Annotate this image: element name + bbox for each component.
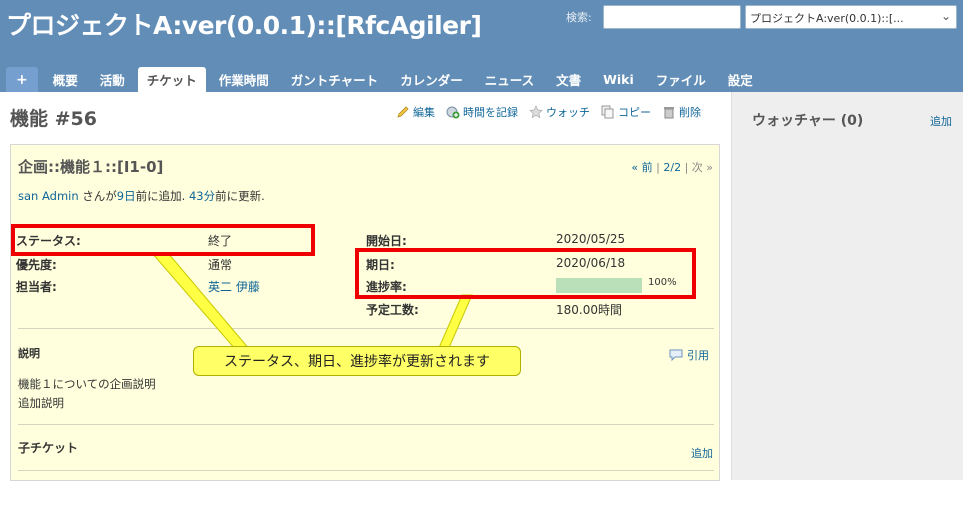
sidebar: ウォッチャー (0) 追加 bbox=[731, 92, 963, 480]
copy-label: コピー bbox=[618, 106, 651, 119]
watchers-title: ウォッチャー (0) bbox=[752, 113, 864, 129]
project-select-value: プロジェクトA:ver(0.0.1)::[... bbox=[750, 12, 904, 25]
delete-label: 削除 bbox=[679, 106, 701, 119]
star-icon bbox=[529, 105, 543, 119]
start-date-value: 2020/05/25 bbox=[556, 232, 626, 246]
estimate-value: 180.00時間 bbox=[556, 303, 622, 317]
prev-issue-link[interactable]: « 前 bbox=[631, 161, 652, 174]
watch-button[interactable]: ウォッチ bbox=[529, 104, 590, 120]
assignee-label: 担当者: bbox=[16, 280, 57, 294]
date-progress-highlight-box bbox=[355, 248, 696, 299]
status-highlight-box bbox=[11, 224, 315, 256]
copy-icon bbox=[601, 105, 614, 119]
edit-button[interactable]: 編集 bbox=[396, 104, 435, 120]
tab-news[interactable]: ニュース bbox=[476, 67, 543, 92]
description-line: 機能１についての企画説明 bbox=[18, 377, 156, 391]
tab-calendar[interactable]: カレンダー bbox=[391, 67, 472, 92]
next-issue-link: 次 » bbox=[691, 161, 713, 174]
priority-value: 通常 bbox=[208, 258, 233, 272]
watch-label: ウォッチ bbox=[546, 106, 590, 119]
clock-add-icon bbox=[446, 106, 460, 119]
author-link[interactable]: san Admin bbox=[18, 189, 79, 203]
search-input[interactable] bbox=[603, 5, 741, 29]
page-title: 機能 #56 bbox=[10, 108, 97, 130]
edit-label: 編集 bbox=[413, 106, 435, 119]
tab-settings[interactable]: 設定 bbox=[719, 67, 762, 92]
tab-overview[interactable]: 概要 bbox=[44, 67, 87, 92]
project-title[interactable]: プロジェクトA:ver(0.0.1)::[RfcAgiler] bbox=[6, 6, 482, 42]
updated-ago-link[interactable]: 43分 bbox=[189, 189, 215, 203]
log-time-label: 時間を記録 bbox=[463, 106, 518, 119]
created-suffix: 前に追加. bbox=[135, 189, 186, 203]
tab-files[interactable]: ファイル bbox=[647, 67, 715, 92]
tab-documents[interactable]: 文書 bbox=[547, 67, 590, 92]
header-bar: プロジェクトA:ver(0.0.1)::[RfcAgiler] 検索: プロジェ… bbox=[0, 0, 963, 92]
updated-suffix: 前に更新. bbox=[215, 189, 265, 203]
description-body: 機能１についての企画説明 追加説明 bbox=[18, 375, 156, 413]
author-mid-text: さんが bbox=[78, 189, 117, 203]
add-subtask-link[interactable]: 追加 bbox=[691, 445, 713, 461]
search-label: 検索: bbox=[566, 11, 592, 24]
project-jump-select[interactable]: プロジェクトA:ver(0.0.1)::[... ⌄ bbox=[745, 5, 957, 29]
new-object-button[interactable]: + bbox=[6, 67, 38, 92]
priority-label: 優先度: bbox=[16, 258, 57, 272]
quote-button[interactable]: 引用 bbox=[669, 347, 709, 363]
log-time-button[interactable]: 時間を記録 bbox=[446, 104, 518, 120]
chevron-down-icon: ⌄ bbox=[940, 9, 951, 23]
trash-icon bbox=[664, 107, 674, 119]
author-line: san Admin さんが9日前に追加. 43分前に更新. bbox=[18, 188, 265, 204]
comment-icon bbox=[669, 349, 683, 362]
tab-wiki[interactable]: Wiki bbox=[594, 67, 643, 92]
description-title: 説明 bbox=[18, 347, 40, 360]
issue-details: 企画::機能１::[I1-0] « 前 | 2/2 | 次 » san Admi… bbox=[10, 144, 720, 481]
subtasks-title: 子チケット bbox=[18, 441, 79, 455]
divider bbox=[18, 424, 714, 425]
issue-position[interactable]: 2/2 bbox=[663, 161, 681, 174]
estimate-label: 予定工数: bbox=[366, 303, 419, 317]
add-watcher-link[interactable]: 追加 bbox=[930, 113, 952, 129]
tab-time-entries[interactable]: 作業時間 bbox=[210, 67, 278, 92]
start-date-label: 開始日: bbox=[366, 234, 407, 248]
issue-navigation: « 前 | 2/2 | 次 » bbox=[631, 159, 713, 175]
tab-gantt[interactable]: ガントチャート bbox=[282, 67, 387, 92]
divider bbox=[18, 328, 714, 329]
created-ago-link[interactable]: 9日 bbox=[117, 189, 136, 203]
delete-button[interactable]: 削除 bbox=[662, 104, 701, 120]
nav-separator: | bbox=[684, 161, 692, 174]
copy-button[interactable]: コピー bbox=[601, 104, 651, 120]
tab-activity[interactable]: 活動 bbox=[91, 67, 134, 92]
divider bbox=[18, 470, 714, 471]
issue-actions: 編集 時間を記録 ウォッチ コピー 削除 bbox=[396, 104, 701, 120]
quote-label: 引用 bbox=[687, 349, 709, 362]
annotation-callout: ステータス、期日、進捗率が更新されます bbox=[193, 346, 521, 376]
main-menu: + 概要 活動 チケット 作業時間 ガントチャート カレンダー ニュース 文書 … bbox=[6, 65, 766, 92]
tab-issues[interactable]: チケット bbox=[137, 67, 206, 92]
description-line: 追加説明 bbox=[18, 396, 64, 410]
assignee-link[interactable]: 英二 伊藤 bbox=[208, 278, 260, 295]
issue-subject: 企画::機能１::[I1-0] bbox=[18, 158, 164, 176]
pencil-icon bbox=[397, 106, 409, 118]
